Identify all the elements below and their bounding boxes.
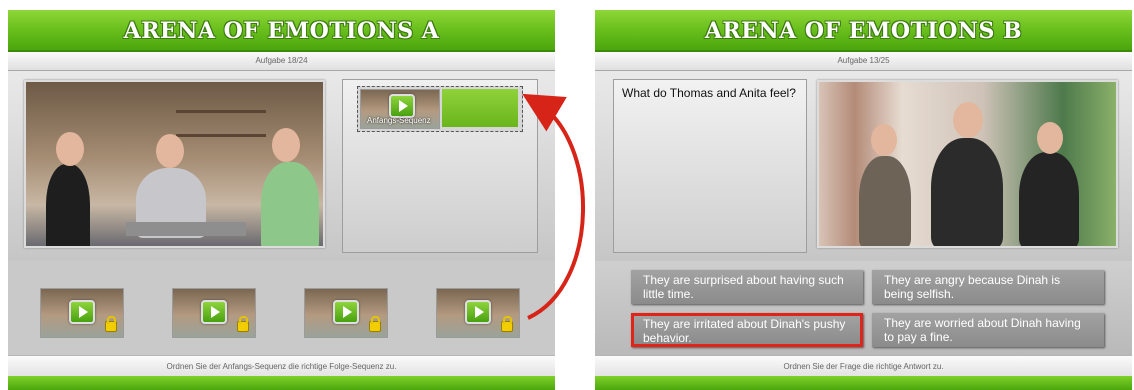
empty-slot[interactable] [442,89,518,127]
start-sequence-thumbnail[interactable]: Anfangs-Sequenz [360,89,440,129]
sequence-thumbnail-3[interactable] [304,288,388,338]
sequence-thumbnail-2[interactable] [172,288,256,338]
stage-area: What do Thomas and Anita feel? [595,71,1132,261]
play-icon[interactable] [333,300,359,324]
person-right [1019,152,1079,246]
arena-panel-a: ARENA OF EMOTIONS A Aufgabe 18/24 Anfang… [8,10,555,390]
stage-area: Anfangs-Sequenz [8,71,555,261]
task-bar: Aufgabe 18/24 [8,52,555,71]
lock-icon [369,316,381,332]
answer-option-3[interactable]: They are irritated about Dinah's pushy b… [631,313,863,347]
question-box: What do Thomas and Anita feel? [613,79,807,253]
bottom-bar [595,376,1132,390]
person-woman [46,164,90,246]
instruction-text: Ordnen Sie der Anfangs-Sequenz die richt… [166,362,397,371]
answer-option-1[interactable]: They are surprised about having such lit… [631,270,863,304]
task-bar: Aufgabe 13/25 [595,52,1132,71]
arena-panel-b: ARENA OF EMOTIONS B Aufgabe 13/25 What d… [595,10,1132,390]
lock-icon [105,316,117,332]
head [156,134,184,168]
play-icon[interactable] [201,300,227,324]
play-icon[interactable] [69,300,95,324]
title-bar: ARENA OF EMOTIONS A [8,10,555,52]
instruction-text: Ordnen Sie der Frage die richtige Antwor… [783,362,944,371]
sequence-drop-panel: Anfangs-Sequenz [342,79,538,253]
sequence-thumbnail-1[interactable] [40,288,124,338]
instruction-bar: Ordnen Sie der Frage die richtige Antwor… [595,355,1132,376]
head [56,132,84,166]
task-counter: Aufgabe 18/24 [255,56,308,65]
lock-icon [237,316,249,332]
main-video[interactable] [24,80,325,248]
head [953,102,983,138]
play-icon[interactable] [465,300,491,324]
head [1037,122,1063,154]
shelf [176,110,266,113]
task-counter: Aufgabe 13/25 [837,56,890,65]
answer-option-4[interactable]: They are worried about Dinah having to p… [872,313,1104,347]
person-center [931,138,1003,246]
shelf [176,134,266,137]
person-right [261,162,319,246]
play-icon[interactable] [389,94,415,118]
bottom-bar [8,376,555,390]
head [272,128,300,162]
table [126,222,246,236]
panel-title: ARENA OF EMOTIONS A [123,18,440,44]
sequence-thumbnail-4[interactable] [436,288,520,338]
answer-option-2[interactable]: They are angry because Dinah is being se… [872,270,1104,304]
answers-area: They are surprised about having such lit… [595,261,1132,356]
head [871,124,897,156]
question-text: What do Thomas and Anita feel? [622,86,796,100]
title-bar: ARENA OF EMOTIONS B [595,10,1132,52]
person-left [859,156,911,246]
main-video[interactable] [817,80,1118,248]
drop-target[interactable]: Anfangs-Sequenz [357,86,523,132]
panel-title: ARENA OF EMOTIONS B [704,18,1023,44]
lock-icon [501,316,513,332]
start-sequence-label: Anfangs-Sequenz [367,116,431,125]
instruction-bar: Ordnen Sie der Anfangs-Sequenz die richt… [8,355,555,376]
